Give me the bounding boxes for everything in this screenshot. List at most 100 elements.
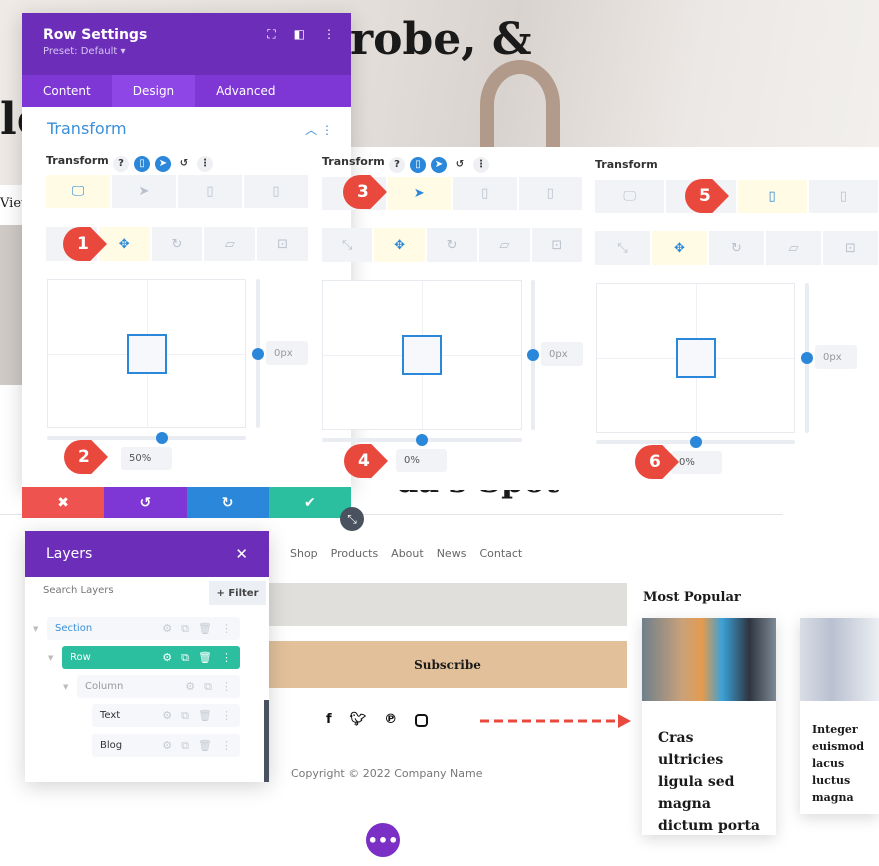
expand-toggle[interactable]: ▼ xyxy=(63,683,68,691)
nav-shop[interactable]: Shop xyxy=(290,547,318,560)
y-value-input[interactable]: 0px xyxy=(541,342,583,366)
filter-button[interactable]: + Filter xyxy=(209,581,266,605)
duplicate-icon[interactable]: ⧉ xyxy=(181,739,189,753)
hover-icon[interactable]: ➤ xyxy=(431,156,447,173)
origin-icon[interactable]: ⊡ xyxy=(823,231,878,265)
more-icon[interactable]: ⋮ xyxy=(221,680,232,694)
twitter-icon[interactable]: 🐦︎ xyxy=(350,712,367,727)
x-value-input[interactable]: 50% xyxy=(121,447,172,470)
delete-icon[interactable]: 🗑︎ xyxy=(198,651,212,665)
hover-cursor-icon[interactable]: ➤ xyxy=(387,177,451,210)
responsive-icon[interactable]: ▯ xyxy=(410,156,426,173)
translate-icon[interactable]: ✥ xyxy=(652,231,707,265)
translate-icon[interactable]: ✥ xyxy=(374,228,425,262)
expand-toggle[interactable]: ▼ xyxy=(48,654,53,662)
settings-icon[interactable]: ⚙ xyxy=(162,739,172,753)
rotate-icon[interactable]: ↻ xyxy=(709,231,764,265)
tablet-icon[interactable]: ▯ xyxy=(737,180,807,213)
collapse-icon[interactable]: ︿ xyxy=(305,123,317,137)
close-icon[interactable]: ✕ xyxy=(235,545,248,563)
post-card[interactable]: Integer euismod lacus luctus magna xyxy=(800,618,879,814)
translate-grid[interactable] xyxy=(596,283,795,433)
layer-item[interactable]: Section ⚙ ⧉ 🗑︎ ⋮ xyxy=(47,617,240,640)
origin-icon[interactable]: ⊡ xyxy=(257,227,308,261)
duplicate-icon[interactable]: ⧉ xyxy=(181,651,189,665)
cancel-button[interactable]: ✖ xyxy=(22,487,105,518)
options-icon[interactable]: ⋮ xyxy=(197,155,213,172)
hover-cursor-icon[interactable]: ➤ xyxy=(112,175,176,208)
more-icon[interactable]: ⋮ xyxy=(221,739,232,753)
rotate-icon[interactable]: ↻ xyxy=(151,227,203,261)
more-icon[interactable]: ⋮ xyxy=(323,27,335,42)
subscribe-button[interactable]: Subscribe xyxy=(268,641,627,688)
duplicate-icon[interactable]: ⧉ xyxy=(181,709,189,723)
nav-contact[interactable]: Contact xyxy=(479,547,522,560)
post-title[interactable]: Cras ultricies ligula sed magna dictum p… xyxy=(642,701,776,837)
phone-icon[interactable]: ▯ xyxy=(518,177,582,210)
undo-button[interactable]: ↺ xyxy=(104,487,187,518)
section-more-icon[interactable]: ⋮ xyxy=(321,123,333,137)
delete-icon[interactable]: 🗑︎ xyxy=(198,622,212,636)
phone-icon[interactable]: ▯ xyxy=(244,175,308,208)
reset-icon[interactable]: ↺ xyxy=(176,156,192,172)
y-slider-handle[interactable] xyxy=(527,349,539,361)
more-options-button[interactable]: ••• xyxy=(366,823,400,857)
post-title[interactable]: Integer euismod lacus luctus magna xyxy=(800,701,879,806)
origin-icon[interactable]: ⊡ xyxy=(531,228,583,262)
tab-advanced[interactable]: Advanced xyxy=(195,75,296,107)
delete-icon[interactable]: 🗑︎ xyxy=(198,739,212,753)
x-value-input[interactable]: 0% xyxy=(396,449,447,472)
settings-icon[interactable]: ⚙ xyxy=(185,680,195,694)
duplicate-icon[interactable]: ⧉ xyxy=(181,622,189,636)
responsive-icon[interactable]: ▯ xyxy=(134,155,150,172)
y-value-input[interactable]: 0px xyxy=(815,345,857,369)
rotate-icon[interactable]: ↻ xyxy=(426,228,478,262)
y-slider-handle[interactable] xyxy=(252,347,264,360)
pinterest-icon[interactable]: ℗ xyxy=(384,712,397,727)
x-slider-handle[interactable] xyxy=(689,436,702,448)
facebook-icon[interactable]: f xyxy=(326,712,332,727)
duplicate-icon[interactable]: ⧉ xyxy=(204,680,212,694)
settings-icon[interactable]: ⚙ xyxy=(162,709,172,723)
more-icon[interactable]: ⋮ xyxy=(221,709,232,723)
tablet-icon[interactable]: ▯ xyxy=(453,177,517,210)
tablet-icon[interactable]: ▯ xyxy=(178,175,242,208)
layer-item[interactable]: Blog ⚙ ⧉ 🗑︎ ⋮ xyxy=(92,734,240,757)
nav-news[interactable]: News xyxy=(437,547,467,560)
x-slider-handle[interactable] xyxy=(416,434,428,446)
nav-products[interactable]: Products xyxy=(331,547,379,560)
fullscreen-icon[interactable]: ⛶ xyxy=(267,27,275,42)
more-icon[interactable]: ⋮ xyxy=(221,622,232,636)
options-icon[interactable]: ⋮ xyxy=(473,156,489,173)
section-title[interactable]: Transform xyxy=(47,119,127,138)
post-card[interactable]: Cras ultricies ligula sed magna dictum p… xyxy=(642,618,776,835)
skew-icon[interactable]: ▱ xyxy=(479,228,530,262)
translate-grid[interactable] xyxy=(322,280,522,430)
tab-content[interactable]: Content xyxy=(22,75,112,107)
x-value-input[interactable]: 0% xyxy=(671,451,722,474)
translate-grid[interactable] xyxy=(47,279,246,428)
resize-handle[interactable]: ⤡ xyxy=(340,507,364,531)
preset-dropdown[interactable]: Preset: Default ▾ xyxy=(43,46,330,57)
y-value-input[interactable]: 0px xyxy=(266,341,308,365)
desktop-icon[interactable]: 🖵 xyxy=(595,180,665,213)
skew-icon[interactable]: ▱ xyxy=(204,227,256,261)
hover-icon[interactable]: ➤ xyxy=(155,155,171,172)
help-icon[interactable]: ? xyxy=(113,155,129,172)
more-icon[interactable]: ⋮ xyxy=(221,651,232,665)
email-field[interactable] xyxy=(268,583,627,626)
help-icon[interactable]: ? xyxy=(389,156,405,173)
layer-item[interactable]: Column ⚙ ⧉ ⋮ xyxy=(77,675,240,698)
phone-icon[interactable]: ▯ xyxy=(808,180,878,213)
delete-icon[interactable]: 🗑︎ xyxy=(198,709,212,723)
settings-icon[interactable]: ⚙ xyxy=(162,651,172,665)
instagram-icon[interactable] xyxy=(415,714,429,727)
nav-about[interactable]: About xyxy=(391,547,424,560)
search-layers-input[interactable] xyxy=(43,585,203,596)
layer-item[interactable]: Row ⚙ ⧉ 🗑︎ ⋮ xyxy=(62,646,240,669)
save-button[interactable]: ✔ xyxy=(268,487,351,518)
tab-design[interactable]: Design xyxy=(111,75,196,107)
redo-button[interactable]: ↻ xyxy=(186,487,269,518)
x-slider[interactable] xyxy=(47,436,246,440)
scale-icon[interactable]: ⤡ xyxy=(595,231,650,265)
